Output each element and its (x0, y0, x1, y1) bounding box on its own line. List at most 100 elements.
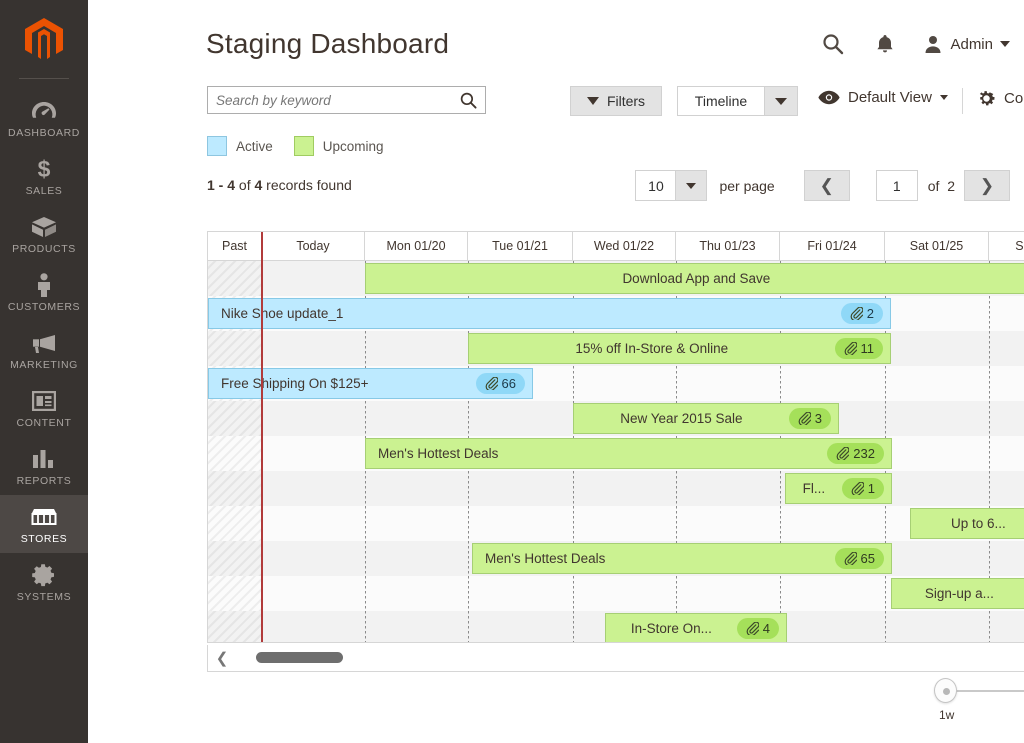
records-found-text: 1 - 4 of 4 records found (207, 177, 352, 193)
layout-icon (2, 388, 86, 414)
magento-admin-app: DASHBOARD $SALES PRODUCTS CUSTOMERS MARKETIN… (0, 0, 1024, 743)
past-region-hatching (208, 576, 261, 611)
legend-color-swatch (294, 136, 314, 156)
sidebar-item-dashboard[interactable]: DASHBOARD (0, 89, 88, 147)
scrollbar-track[interactable] (236, 645, 1024, 672)
attachment-count-badge: 2 (841, 303, 883, 324)
view-mode-switcher[interactable]: Timeline (677, 86, 798, 116)
columns-label: Columns (1004, 90, 1024, 107)
timeline-campaign-bar[interactable]: In-Store On...4 (605, 613, 787, 643)
timeline-body[interactable]: Download App and Save4 Nike Shoe update_1… (208, 261, 1024, 642)
attachment-count: 65 (861, 551, 875, 566)
timeline-campaign-bar[interactable]: Download App and Save4 (365, 263, 1024, 294)
timeline-column-header: Past (208, 232, 262, 260)
timeline-column-header: Fri 01/24 (780, 232, 885, 260)
timeline-bar-label: In-Store On... (606, 621, 737, 636)
current-page-input[interactable] (876, 170, 918, 201)
sidebar-item-reports[interactable]: REPORTS (0, 437, 88, 495)
paperclip-icon (746, 622, 759, 635)
funnel-icon (587, 97, 599, 105)
sidebar-item-label: DASHBOARD (2, 127, 86, 139)
sidebar-item-products[interactable]: PRODUCTS (0, 205, 88, 263)
columns-control[interactable]: Columns (977, 89, 1024, 108)
admin-user-menu[interactable]: Admin (911, 34, 1010, 54)
per-page-dropdown-toggle[interactable] (676, 170, 707, 201)
sidebar-divider (19, 78, 69, 79)
search-box[interactable] (207, 86, 486, 114)
sidebar-item-label: MARKETING (2, 359, 86, 371)
chevron-down-icon (1000, 41, 1010, 47)
magento-logo[interactable] (0, 0, 88, 78)
user-icon (923, 34, 943, 54)
timeline-campaign-bar[interactable]: Fl...1 (785, 473, 892, 504)
timeline-column-header: Thu 01/23 (676, 232, 780, 260)
timeline-campaign-bar[interactable]: New Year 2015 Sale3 (573, 403, 839, 434)
view-mode-dropdown-toggle[interactable] (765, 86, 798, 116)
today-marker-line (261, 261, 263, 642)
attachment-count: 66 (502, 376, 516, 391)
sidebar: DASHBOARD $SALES PRODUCTS CUSTOMERS MARKETIN… (0, 0, 88, 743)
timeline-horizontal-scrollbar[interactable]: ❮ ❯ (207, 645, 1024, 672)
timeline-row (208, 506, 1024, 541)
timeline-column-header: Mon 01/20 (365, 232, 468, 260)
sidebar-item-content[interactable]: CONTENT (0, 379, 88, 437)
timeline-zoom-slider[interactable]: 1w 4w (934, 678, 1024, 726)
timeline-column-headers: PastTodayMon 01/20Tue 01/21Wed 01/22Thu … (208, 232, 1024, 261)
filters-button[interactable]: Filters (570, 86, 662, 116)
timeline-campaign-bar[interactable]: Free Shipping On $125+66 (208, 368, 533, 399)
search-input[interactable] (208, 87, 451, 113)
next-page-button[interactable]: ❯ (964, 170, 1010, 201)
previous-page-button[interactable]: ❮ (804, 170, 850, 201)
timeline-campaign-bar[interactable]: Sign-up a...4 (891, 578, 1024, 609)
chevron-down-icon (686, 183, 696, 189)
scrollbar-thumb[interactable] (256, 652, 343, 663)
toolbar-divider (962, 88, 963, 114)
zoom-slider-track[interactable] (946, 690, 1024, 692)
sidebar-item-stores[interactable]: STORES (0, 495, 88, 553)
timeline-campaign-bar[interactable]: Men's Hottest Deals65 (472, 543, 892, 574)
chevron-down-icon (775, 98, 787, 105)
per-page-select[interactable]: 10 (635, 170, 707, 201)
sidebar-item-sales[interactable]: $SALES (0, 147, 88, 205)
timeline-campaign-bar[interactable]: Up to 6...9 (910, 508, 1024, 539)
sidebar-item-label: PRODUCTS (2, 243, 86, 255)
bar-chart-icon (2, 446, 86, 472)
today-marker-header (261, 232, 263, 261)
magento-logo-icon (25, 18, 63, 60)
timeline-campaign-bar[interactable]: Men's Hottest Deals232 (365, 438, 892, 469)
sidebar-item-marketing[interactable]: MARKETING (0, 321, 88, 379)
records-found-label: records found (266, 177, 352, 193)
page-of-label: of 2 (928, 178, 955, 194)
sidebar-item-systems[interactable]: SYSTEMS (0, 553, 88, 611)
attachment-count-badge: 1 (842, 478, 884, 499)
legend-label: Upcoming (323, 139, 384, 154)
zoom-slider-handle-dot (943, 688, 950, 695)
scroll-left-icon[interactable]: ❮ (208, 649, 236, 667)
gear-icon (2, 562, 86, 588)
per-page-label: per page (719, 178, 774, 194)
timeline-bar-label: Up to 6... (911, 516, 1024, 531)
global-search-icon[interactable] (807, 27, 859, 61)
attachment-count-badge: 4 (737, 618, 779, 639)
global-topbar: Admin (807, 27, 1010, 61)
chevron-right-icon: ❯ (980, 177, 994, 194)
attachment-count: 2 (867, 306, 874, 321)
sidebar-item-customers[interactable]: CUSTOMERS (0, 263, 88, 321)
gauge-icon (2, 98, 86, 124)
attachment-count: 1 (868, 481, 875, 496)
timeline-gantt[interactable]: PastTodayMon 01/20Tue 01/21Wed 01/22Thu … (207, 231, 1024, 643)
past-region-hatching (208, 401, 261, 436)
view-mode-label[interactable]: Timeline (677, 86, 765, 116)
storefront-icon (2, 504, 86, 530)
records-range: 1 - 4 (207, 177, 235, 193)
default-view-control[interactable]: Default View (818, 89, 948, 106)
sidebar-item-label: STORES (2, 533, 86, 545)
sidebar-item-label: CONTENT (2, 417, 86, 429)
past-region-hatching (208, 331, 261, 366)
default-view-label: Default View (848, 89, 932, 106)
timeline-campaign-bar[interactable]: 15% off In-Store & Online11 (468, 333, 891, 364)
search-submit-icon[interactable] (451, 87, 485, 113)
notifications-bell-icon[interactable] (859, 27, 911, 61)
timeline-campaign-bar[interactable]: Nike Shoe update_12 (208, 298, 891, 329)
zoom-slider-handle[interactable] (934, 678, 957, 703)
